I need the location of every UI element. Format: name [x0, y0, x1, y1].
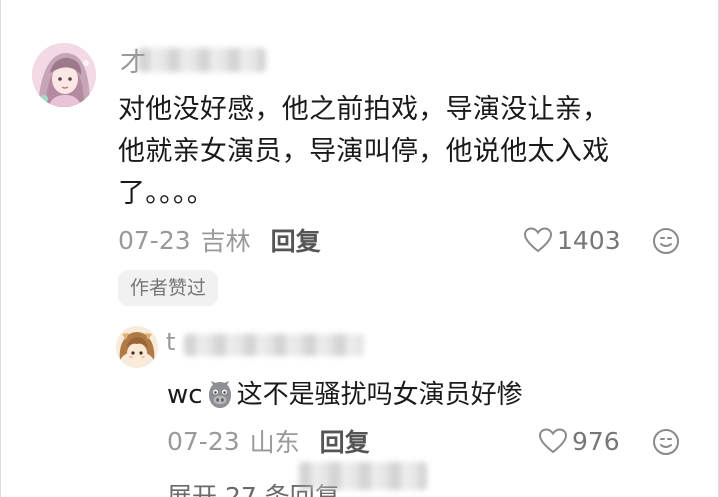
comment-location: 吉林 [200, 227, 251, 256]
smiley-icon [653, 228, 679, 254]
reply-location: 山东 [249, 428, 300, 457]
reply-text-suffix: 这不是骚扰吗女演员好惨 [236, 380, 523, 410]
reply-meta: 07-23 山东 回复 [167, 423, 370, 459]
reply-username-text: t [166, 328, 176, 356]
emoji-reaction-button[interactable] [652, 227, 680, 255]
comment-meta: 07-23 吉林 回复 [118, 222, 321, 258]
pig-nose-emoji-icon [204, 379, 236, 411]
reply-reply-button[interactable]: 回复 [320, 423, 370, 459]
user-avatar-girl-icon [32, 43, 96, 107]
author-liked-badge: 作者赞过 [118, 270, 219, 306]
watermark-redaction [299, 462, 427, 490]
comment-username[interactable]: 才 [118, 42, 270, 78]
comment-thread: 才 对他没好感，他之前拍戏，导演没让亲， 他就亲女演员，导演叫停，他说他太入戏 … [0, 0, 719, 497]
reply-username-redaction [184, 334, 364, 356]
like-count: 1403 [557, 225, 621, 255]
reply-button[interactable]: 回复 [271, 222, 321, 258]
avatar[interactable] [32, 43, 96, 107]
reply-text-prefix: wc [167, 380, 203, 410]
smiley-icon [653, 429, 679, 455]
reply-username[interactable]: t [166, 328, 366, 360]
user-avatar-anime-icon [116, 326, 158, 368]
reply-like-button[interactable]: 976 [538, 423, 620, 459]
heart-icon [538, 428, 568, 454]
reply-emoji-reaction-button[interactable] [652, 428, 680, 456]
like-button[interactable]: 1403 [523, 222, 621, 258]
reply-like-count: 976 [572, 426, 620, 456]
comment-date: 07-23 [118, 225, 191, 255]
comment-text: 对他没好感，他之前拍戏，导演没让亲， 他就亲女演员，导演叫停，他说他太入戏 了。… [118, 94, 610, 209]
username-redaction [138, 48, 266, 72]
heart-icon [523, 227, 553, 253]
reply-text: wc 这不是骚扰吗女演员好惨 [167, 376, 523, 414]
reply-avatar[interactable] [116, 326, 158, 368]
reply-date: 07-23 [167, 426, 240, 456]
